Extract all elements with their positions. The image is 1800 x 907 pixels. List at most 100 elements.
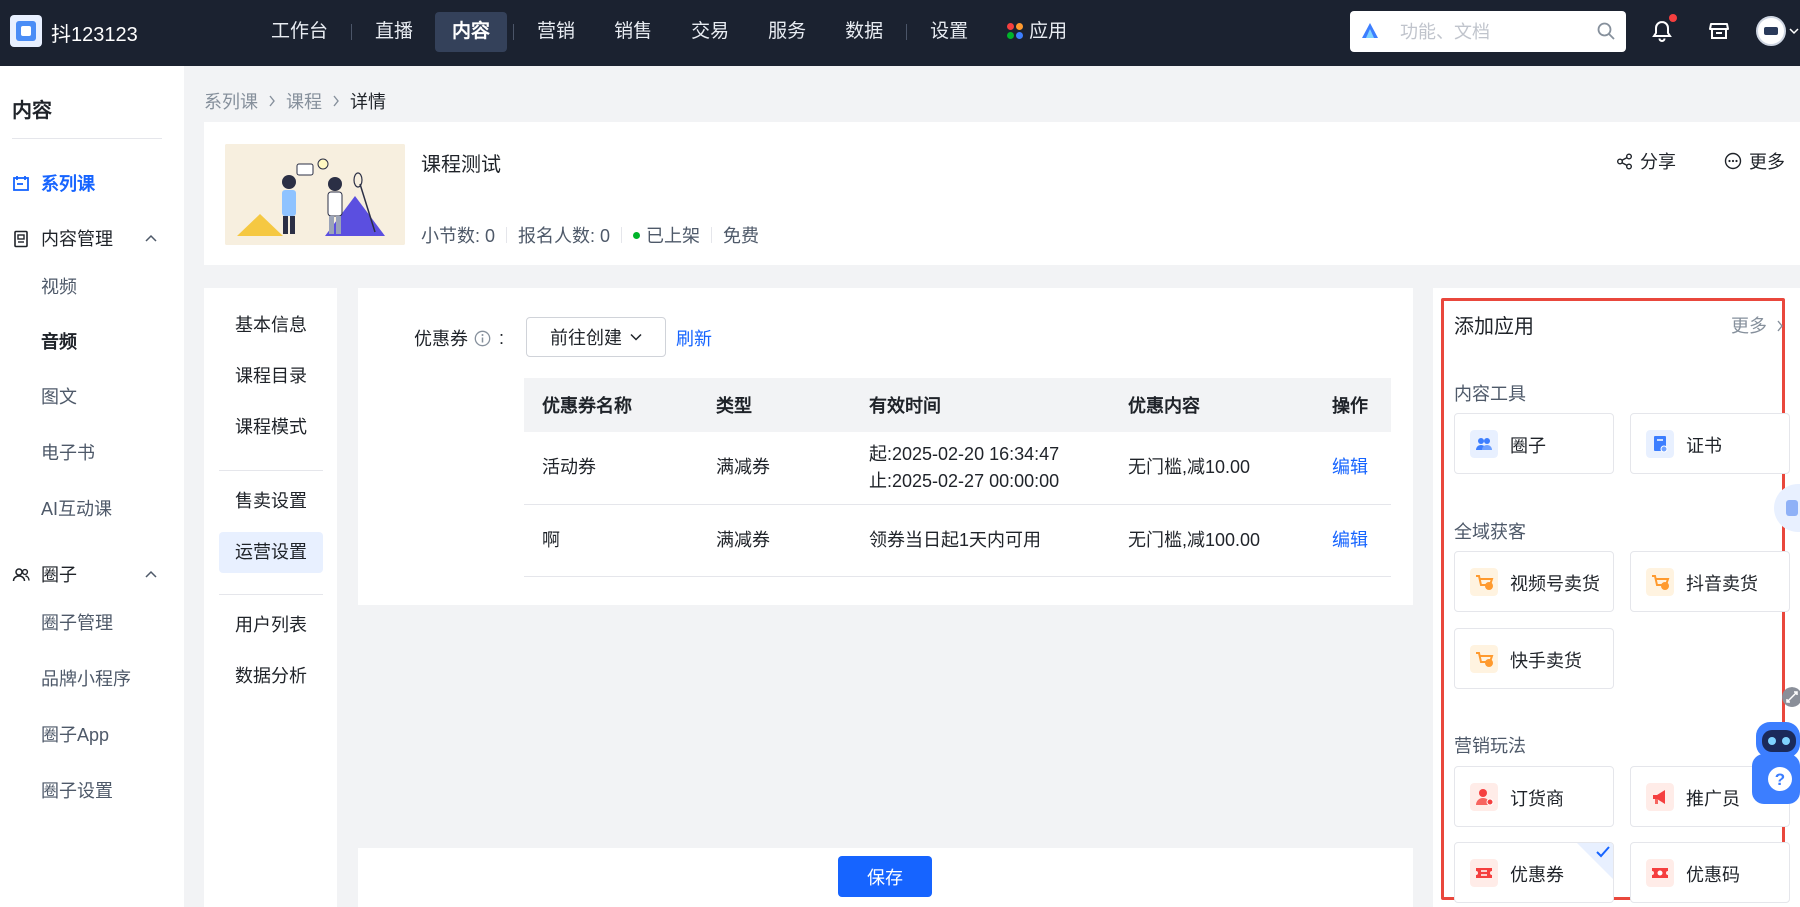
course-title: 课程测试 bbox=[421, 154, 501, 176]
nav-sales[interactable]: 销售 bbox=[597, 12, 669, 52]
share-button[interactable]: 分享 bbox=[1616, 148, 1676, 174]
breadcrumb-course[interactable]: 课程 bbox=[286, 88, 322, 114]
sidebar-item-circle-app[interactable]: 圈子App bbox=[0, 717, 184, 753]
sidebar-item-content-management[interactable]: 内容管理 bbox=[0, 221, 184, 257]
coupon-name: 啊 bbox=[524, 504, 698, 577]
chevron-up-icon[interactable] bbox=[145, 570, 157, 580]
sidebar-item-audio[interactable]: 音频 bbox=[0, 324, 184, 360]
course-header-card: 课程测试 小节数: 0 报名人数: 0 已上架 免费 分享 更多 bbox=[204, 122, 1800, 265]
info-icon[interactable] bbox=[474, 330, 491, 347]
users-icon bbox=[12, 568, 30, 582]
nav-service[interactable]: 服务 bbox=[751, 12, 823, 52]
shop-logo-icon[interactable] bbox=[10, 15, 42, 47]
sidebar-item-ebook[interactable]: 电子书 bbox=[0, 435, 184, 471]
user-badge-icon bbox=[1470, 783, 1498, 811]
more-button[interactable]: 更多 bbox=[1724, 148, 1785, 174]
menu-user-list[interactable]: 用户列表 bbox=[219, 605, 323, 646]
avatar[interactable] bbox=[1756, 16, 1786, 46]
help-assistant-icon[interactable]: ? bbox=[1752, 722, 1800, 808]
sidebar-item-series-course[interactable]: 系列课 bbox=[0, 166, 184, 202]
course-settings-menu: 基本信息 课程目录 课程模式 售卖设置 运营设置 用户列表 数据分析 bbox=[204, 288, 337, 907]
sidebar-item-video[interactable]: 视频 bbox=[0, 269, 184, 305]
nav-settings[interactable]: 设置 bbox=[913, 12, 985, 52]
price-label: 免费 bbox=[723, 226, 760, 246]
app-card-douyin-sales[interactable]: 抖音卖货 bbox=[1630, 551, 1790, 612]
svg-text:?: ? bbox=[1775, 770, 1785, 789]
save-button[interactable]: 保存 bbox=[838, 856, 932, 897]
app-card-channels-sales[interactable]: 视频号卖货 bbox=[1454, 551, 1614, 612]
sidebar-item-ai-course[interactable]: AI互动课 bbox=[0, 491, 184, 527]
nav-divider bbox=[351, 24, 353, 40]
course-cover-image bbox=[225, 144, 405, 245]
app-card-kuaishou-sales[interactable]: 快手卖货 bbox=[1454, 628, 1614, 689]
nav-live[interactable]: 直播 bbox=[358, 12, 430, 52]
store-icon[interactable] bbox=[1707, 19, 1731, 43]
menu-basic-info[interactable]: 基本信息 bbox=[219, 305, 323, 346]
create-coupon-dropdown[interactable]: 前往创建 bbox=[526, 317, 666, 357]
apps-grid-icon bbox=[1007, 23, 1024, 39]
sidebar-item-graphic[interactable]: 图文 bbox=[0, 379, 184, 415]
nav-divider bbox=[513, 24, 515, 40]
section-content-tools: 内容工具 bbox=[1454, 384, 1526, 404]
app-card-distributor[interactable]: 订货商 bbox=[1454, 766, 1614, 827]
column-header-content: 优惠内容 bbox=[1110, 378, 1314, 432]
sidebar-item-circle[interactable]: 圈子 bbox=[0, 557, 184, 593]
coupon-field-label: 优惠券 : bbox=[414, 325, 504, 351]
ticket-icon bbox=[1646, 859, 1674, 887]
refresh-link[interactable]: 刷新 bbox=[676, 325, 712, 351]
calendar-icon bbox=[13, 176, 29, 191]
sidebar-item-label: 圈子 bbox=[41, 565, 77, 585]
group-icon bbox=[1470, 430, 1498, 458]
chevron-down-icon[interactable] bbox=[1789, 26, 1799, 36]
app-card-promo-code[interactable]: 优惠码 bbox=[1630, 842, 1790, 903]
menu-operation-settings[interactable]: 运营设置 bbox=[219, 532, 323, 573]
app-card-coupon[interactable]: 优惠券 bbox=[1454, 842, 1614, 903]
menu-divider bbox=[219, 470, 323, 471]
chevron-up-icon[interactable] bbox=[145, 234, 157, 244]
menu-sales-settings[interactable]: 售卖设置 bbox=[219, 481, 323, 522]
menu-divider bbox=[219, 594, 323, 595]
global-search[interactable] bbox=[1350, 11, 1626, 52]
cover-illustration bbox=[225, 144, 405, 245]
megaphone-icon bbox=[1646, 783, 1674, 811]
nav-content[interactable]: 内容 bbox=[435, 12, 508, 52]
cart-icon bbox=[1646, 568, 1674, 596]
coupon-content: 无门槛,减100.00 bbox=[1110, 504, 1314, 577]
checkmark-icon bbox=[1596, 846, 1610, 858]
share-icon bbox=[1617, 153, 1632, 169]
search-icon[interactable] bbox=[1596, 21, 1616, 41]
sidebar-item-circle-management[interactable]: 圈子管理 bbox=[0, 605, 184, 641]
edit-coupon-link[interactable]: 编辑 bbox=[1332, 457, 1368, 477]
shop-name[interactable]: 抖123123 bbox=[51, 18, 138, 47]
enroll-count: 报名人数: 0 bbox=[518, 226, 611, 246]
status-badge: 已上架 bbox=[646, 226, 701, 246]
bell-icon[interactable] bbox=[1650, 19, 1674, 43]
create-coupon-label: 前往创建 bbox=[550, 328, 622, 348]
app-label: 圈子 bbox=[1510, 436, 1546, 456]
column-header-type: 类型 bbox=[698, 378, 851, 432]
app-card-circle[interactable]: 圈子 bbox=[1454, 413, 1614, 474]
search-input[interactable] bbox=[1400, 19, 1580, 45]
breadcrumb-series[interactable]: 系列课 bbox=[204, 88, 258, 114]
menu-data-analysis[interactable]: 数据分析 bbox=[219, 656, 323, 697]
menu-course-mode[interactable]: 课程模式 bbox=[219, 407, 323, 448]
nav-data[interactable]: 数据 bbox=[828, 12, 900, 52]
apps-more-link[interactable]: 更多 bbox=[1731, 312, 1784, 338]
nav-apps[interactable]: 应用 bbox=[990, 12, 1084, 52]
edit-coupon-link[interactable]: 编辑 bbox=[1332, 530, 1368, 550]
column-header-valid-time: 有效时间 bbox=[851, 378, 1110, 432]
expand-icon[interactable] bbox=[1782, 687, 1800, 707]
column-header-name: 优惠券名称 bbox=[524, 378, 698, 432]
sidebar-title: 内容 bbox=[12, 100, 52, 122]
content-sidebar: 内容 系列课 内容管理 视频 音频 图文 电子书 AI互动课 圈子 圈子管理 品… bbox=[0, 66, 184, 907]
menu-course-catalog[interactable]: 课程目录 bbox=[219, 356, 323, 397]
sidebar-item-brand-mini-program[interactable]: 品牌小程序 bbox=[0, 661, 184, 697]
table-header-row: 优惠券名称 类型 有效时间 优惠内容 操作 bbox=[524, 378, 1391, 432]
sidebar-item-circle-settings[interactable]: 圈子设置 bbox=[0, 773, 184, 809]
nav-trade[interactable]: 交易 bbox=[674, 12, 746, 52]
nav-marketing[interactable]: 营销 bbox=[520, 12, 592, 52]
nav-workbench[interactable]: 工作台 bbox=[254, 12, 345, 52]
app-card-certificate[interactable]: 证书 bbox=[1630, 413, 1790, 474]
apps-panel-title: 添加应用 bbox=[1454, 316, 1534, 338]
sidebar-divider bbox=[12, 138, 162, 139]
